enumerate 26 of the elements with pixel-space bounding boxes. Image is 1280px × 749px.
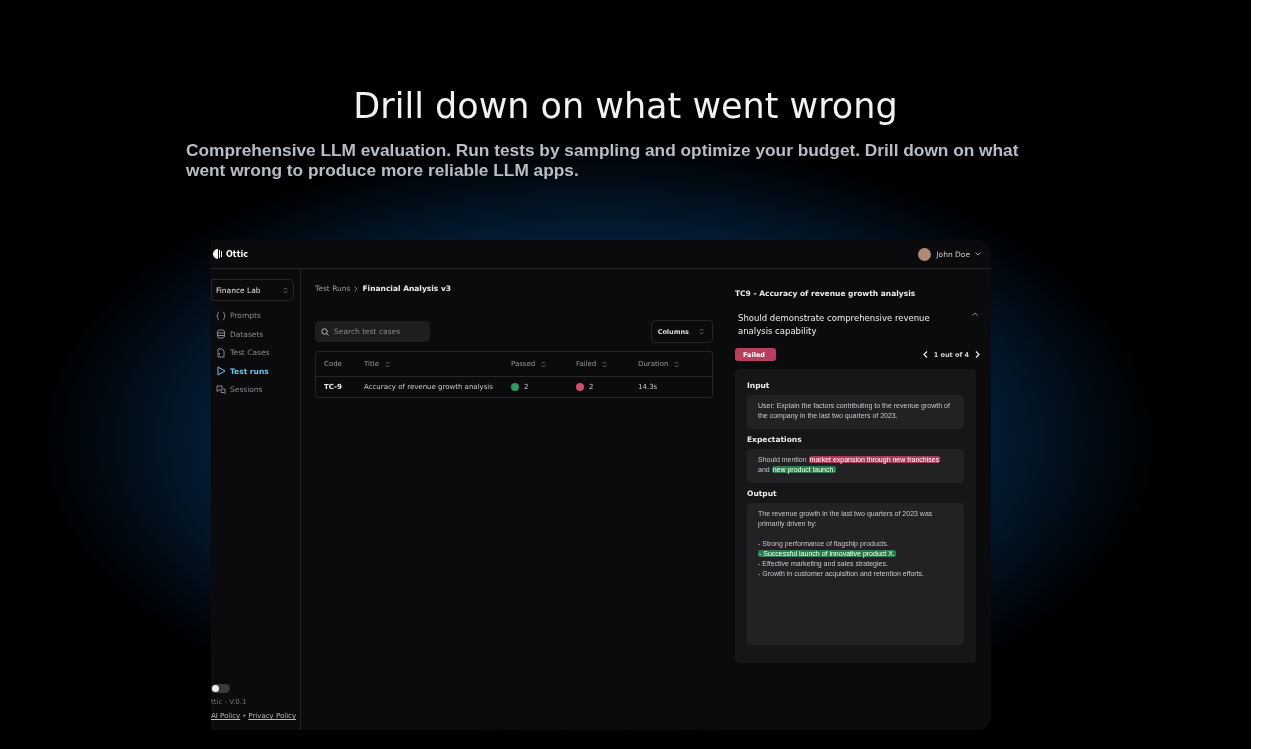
logo-icon [213, 249, 224, 259]
document-icon [216, 347, 226, 358]
theme-toggle[interactable] [211, 684, 230, 693]
failed-dot [576, 383, 584, 391]
braces-icon [216, 310, 226, 321]
sort-icon[interactable] [602, 360, 608, 368]
database-icon [216, 329, 226, 340]
sort-icon[interactable] [541, 360, 547, 368]
chevron-left-icon[interactable] [922, 351, 928, 358]
chat-icon [216, 384, 226, 395]
passed-dot [511, 383, 519, 391]
sort-icon[interactable] [283, 286, 288, 294]
chevron-right-icon [354, 285, 359, 292]
sort-icon[interactable] [385, 360, 390, 368]
chevron-down-icon[interactable] [975, 252, 981, 256]
chevron-right-icon[interactable] [975, 351, 980, 358]
app-logo: Ottic [226, 249, 248, 259]
sort-icon[interactable] [699, 328, 704, 335]
chevron-up-icon[interactable] [972, 312, 978, 316]
search-icon [321, 327, 329, 336]
sort-icon[interactable] [674, 360, 680, 368]
hero-title: Drill down on what went wrong [352, 86, 899, 126]
assertion-text: Should demonstrate comprehensive revenue analysis capability [738, 312, 931, 338]
play-icon [216, 366, 226, 377]
hero-subtitle: Comprehensive LLM evaluation. Run tests by sampling and optimize your budget. Drill down on what went wrong to produce more reliable LLM apps. [186, 140, 1020, 180]
avatar[interactable] [918, 247, 932, 261]
